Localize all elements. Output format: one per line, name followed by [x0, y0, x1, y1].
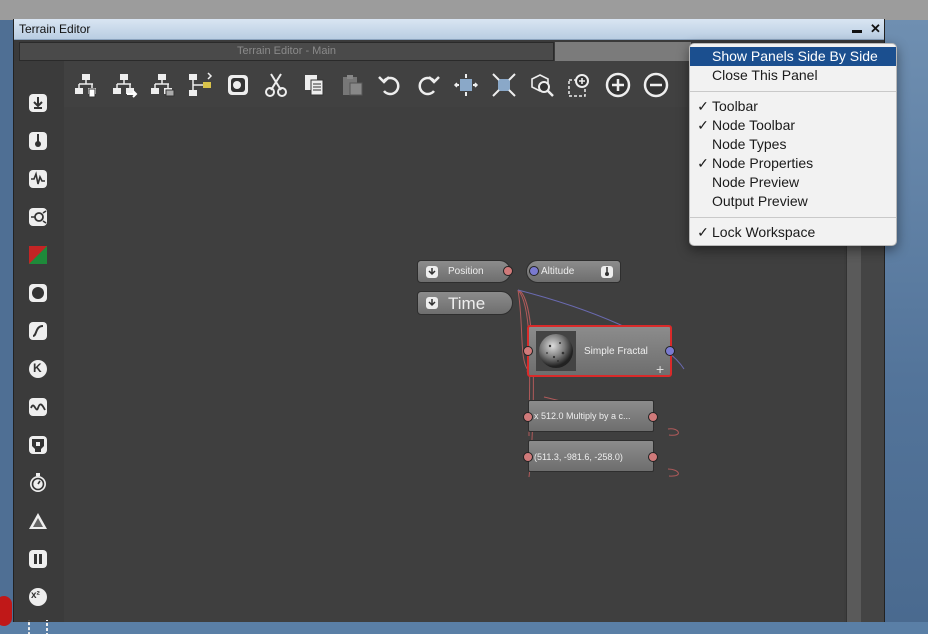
canvas-vertical-scrollbar[interactable]: [846, 244, 861, 622]
zoom-in-icon[interactable]: [604, 71, 632, 99]
check-icon: ✓: [697, 155, 709, 171]
snapshot-icon[interactable]: [224, 71, 252, 99]
hierarchy-right-icon[interactable]: [110, 71, 138, 99]
inspect-icon[interactable]: [528, 71, 556, 99]
vector-output-port[interactable]: [648, 452, 658, 462]
desktop-top-bar: [0, 0, 928, 20]
multiply-input-port[interactable]: [523, 412, 533, 422]
vector-node-label: (511.3, -981.6, -258.0): [534, 452, 623, 462]
pause-icon[interactable]: [27, 548, 49, 570]
fit-selected-icon[interactable]: [452, 71, 480, 99]
position-node-label: Position: [448, 266, 484, 277]
k-constant-label: K: [33, 361, 42, 375]
redo-icon[interactable]: [414, 71, 442, 99]
tab-secondary[interactable]: [555, 42, 691, 61]
check-icon: ✓: [697, 117, 709, 133]
close-button[interactable]: ✕: [870, 21, 881, 37]
position-node-icon-small: [426, 266, 438, 278]
multiply-output-port[interactable]: [648, 412, 658, 422]
minimize-button[interactable]: ▬: [852, 23, 862, 39]
hierarchy-branch-icon[interactable]: [186, 71, 214, 99]
paste-icon[interactable]: [338, 71, 366, 99]
frame-icon[interactable]: [27, 620, 49, 634]
menu-item-close-this-panel[interactable]: Close This Panel: [690, 66, 896, 85]
simple-fractal-input-port[interactable]: [523, 346, 533, 356]
multiply-node[interactable]: x 512.0 Multiply by a c...: [523, 400, 658, 432]
wave-icon[interactable]: [27, 396, 49, 418]
zoom-region-icon[interactable]: [566, 71, 594, 99]
tab-terrain-editor-main[interactable]: Terrain Editor - Main: [19, 42, 554, 61]
zoom-out-icon[interactable]: [642, 71, 670, 99]
simple-fractal-output-port[interactable]: [665, 346, 675, 356]
altitude-node-icon-small: [601, 266, 613, 278]
window-titlebar[interactable]: Terrain Editor ▬ ✕: [14, 19, 884, 40]
altitude-node-label: Altitude: [541, 266, 575, 277]
undo-icon[interactable]: [376, 71, 404, 99]
simple-fractal-node[interactable]: Simple Fractal +: [523, 325, 675, 377]
time-node[interactable]: Time: [417, 291, 513, 315]
k-constant-icon[interactable]: K: [27, 358, 49, 380]
vector-input-port[interactable]: [523, 452, 533, 462]
hierarchy-left-icon[interactable]: [148, 71, 176, 99]
timer-icon[interactable]: [27, 472, 49, 494]
connector-icon[interactable]: [27, 206, 49, 228]
hierarchy-add-icon[interactable]: [72, 71, 100, 99]
time-node-icon-small: [426, 297, 438, 309]
altitude-node-icon[interactable]: [27, 130, 49, 152]
menu-separator: [690, 91, 896, 92]
mask-icon[interactable]: [27, 434, 49, 456]
window-title: Terrain Editor: [19, 22, 91, 36]
fit-all-icon[interactable]: [490, 71, 518, 99]
desktop-background-left: [0, 20, 14, 622]
menu-item-toolbar[interactable]: ✓ Toolbar: [690, 97, 896, 116]
power-icon[interactable]: x²: [27, 586, 49, 608]
node-palette: K x²: [14, 61, 64, 634]
color-icon[interactable]: [27, 244, 49, 266]
menu-item-output-preview[interactable]: Output Preview: [690, 192, 896, 211]
curve-icon[interactable]: [27, 320, 49, 342]
check-icon: ✓: [697, 224, 709, 240]
vector-constant-node[interactable]: (511.3, -981.6, -258.0): [523, 440, 658, 472]
multiply-node-label: x 512.0 Multiply by a c...: [534, 411, 631, 421]
cut-icon[interactable]: [262, 71, 290, 99]
altitude-input-port[interactable]: [529, 266, 539, 276]
menu-item-lock-workspace[interactable]: ✓ Lock Workspace: [690, 223, 896, 242]
menu-item-node-preview[interactable]: Node Preview: [690, 173, 896, 192]
menu-item-show-panels-side-by-side[interactable]: Show Panels Side By Side: [690, 47, 896, 66]
check-icon: ✓: [697, 98, 709, 114]
time-node-label: Time: [448, 294, 486, 313]
fractal-preview-thumbnail: [536, 331, 576, 371]
simple-fractal-node-label: Simple Fractal: [584, 346, 648, 357]
waveform-icon[interactable]: [27, 168, 49, 190]
menu-item-node-properties[interactable]: ✓ Node Properties: [690, 154, 896, 173]
position-output-port[interactable]: [503, 266, 513, 276]
menu-item-node-toolbar[interactable]: ✓ Node Toolbar: [690, 116, 896, 135]
altitude-node[interactable]: Altitude: [526, 260, 621, 283]
copy-icon[interactable]: [300, 71, 328, 99]
position-node[interactable]: Position: [417, 260, 513, 283]
position-node-icon[interactable]: [27, 92, 49, 114]
menu-separator: [690, 217, 896, 218]
power-label: x²: [31, 590, 40, 601]
circle-icon[interactable]: [27, 282, 49, 304]
triangle-icon[interactable]: [27, 510, 49, 532]
menu-item-node-types[interactable]: Node Types: [690, 135, 896, 154]
expand-plus-icon[interactable]: +: [656, 361, 664, 377]
panel-context-menu: Show Panels Side By Side Close This Pane…: [689, 43, 897, 246]
